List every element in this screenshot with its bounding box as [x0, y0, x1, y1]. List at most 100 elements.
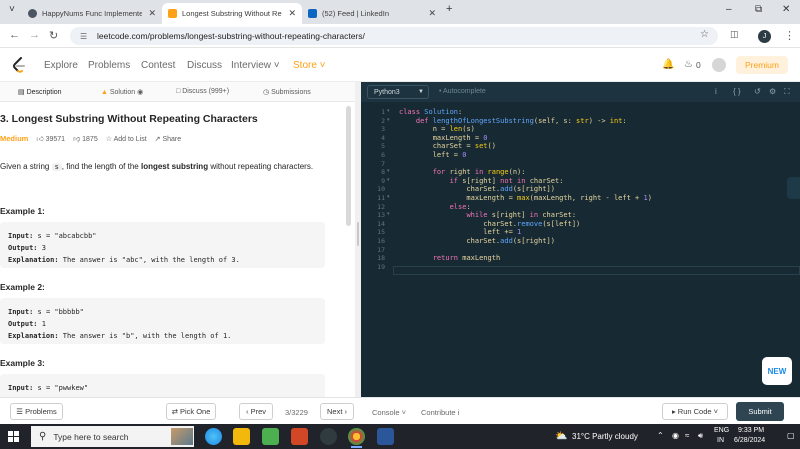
wifi-icon[interactable]: ≈ — [685, 431, 689, 440]
fold-arrow-icon[interactable]: ▾ — [387, 177, 390, 183]
windows-start-icon[interactable] — [8, 431, 19, 442]
side-panel-tab[interactable] — [787, 177, 800, 199]
dislike-button[interactable]: 👎︎ 1875 — [73, 134, 98, 143]
code-token: maxLength = — [399, 133, 484, 142]
back-arrow-icon[interactable]: ← — [9, 29, 20, 41]
code-token: set — [474, 142, 488, 151]
braces-icon[interactable]: { } — [733, 87, 741, 96]
line-number: 18 — [377, 254, 385, 263]
clock-time[interactable]: 9:33 PM — [738, 427, 764, 434]
code-editor[interactable]: Python3 ▼ • Autocomplete i { } ↺ ⚙ ⛶ 1 ▾ 2… — [361, 82, 800, 397]
word-icon[interactable] — [377, 428, 394, 445]
tab-solution[interactable]: ▲ Solution ◉ — [101, 88, 143, 96]
line-number: 13 — [377, 211, 385, 220]
bookmark-star-icon[interactable]: ☆ — [700, 29, 709, 40]
restore-icon[interactable]: ⧉ — [755, 4, 762, 15]
code-token: ) — [647, 194, 652, 202]
example-3-box: Input: s = "pwwkew" — [0, 374, 325, 397]
submit-button[interactable]: Submit — [736, 402, 784, 421]
prev-button[interactable]: ‹ Prev — [239, 403, 273, 420]
pick-one-button[interactable]: ⇄ Pick One — [166, 403, 216, 420]
browser-tab-leetcode[interactable]: Longest Substring Without Rep ✕ — [162, 3, 302, 24]
url-bar[interactable]: ☰ leetcode.com/problems/longest-substrin… — [70, 27, 718, 45]
leetcode-logo-icon[interactable] — [12, 57, 26, 73]
reset-icon[interactable]: ↺ — [754, 87, 761, 96]
window-close-icon[interactable]: ✕ — [782, 4, 790, 15]
file-explorer-icon[interactable] — [233, 428, 250, 445]
show-hidden-icons-chevron-icon[interactable]: ⌃ — [657, 431, 664, 440]
leetcode-navbar: Explore Problems Contest Discuss Intervi… — [0, 48, 800, 82]
browser-tab-linkedin[interactable]: (52) Feed | LinkedIn ✕ — [302, 3, 442, 24]
document-icon: ▤ — [18, 89, 27, 96]
tab-description[interactable]: ▤ Description — [18, 88, 62, 96]
nav-problems[interactable]: Problems — [88, 60, 130, 71]
close-tab-icon[interactable]: ✕ — [148, 8, 156, 19]
extensions-icon[interactable]: ◫ — [730, 29, 739, 40]
tab-submissions[interactable]: ◷ Submissions — [263, 88, 311, 96]
new-tab-button[interactable]: + — [446, 3, 452, 15]
notifications-icon[interactable]: ▢ — [787, 431, 795, 440]
code-token: charSet. — [399, 185, 501, 194]
like-button[interactable]: 👍︎ 39571 — [36, 134, 65, 143]
fold-arrow-icon[interactable]: ▾ — [387, 211, 390, 217]
forward-arrow-icon[interactable]: → — [29, 29, 40, 41]
fire-icon[interactable]: ♨ — [684, 59, 693, 70]
description-scrollbar[interactable] — [346, 106, 351, 226]
taskbar-search-input[interactable]: ⚲ Type here to search — [31, 426, 194, 447]
clock-date[interactable]: 6/28/2024 — [734, 437, 765, 444]
fold-arrow-icon[interactable]: ▾ — [387, 117, 390, 123]
fold-arrow-icon[interactable]: ▾ — [387, 168, 390, 174]
notification-bell-icon[interactable]: 🔔 — [662, 59, 674, 70]
tab-search-icon[interactable]: ˅ — [9, 4, 15, 15]
edge-browser-icon[interactable] — [205, 428, 222, 445]
chrome-browser-icon[interactable] — [348, 428, 365, 448]
autocomplete-toggle[interactable]: • Autocomplete — [439, 88, 486, 95]
minimize-icon[interactable]: – — [726, 4, 732, 15]
add-to-list-button[interactable]: ☆ Add to List — [106, 135, 147, 143]
app-icon[interactable] — [320, 428, 337, 445]
nav-discuss[interactable]: Discuss — [187, 60, 222, 71]
code-token: len — [449, 125, 463, 134]
fullscreen-icon[interactable]: ⛶ — [784, 87, 790, 97]
new-feature-badge[interactable]: NEW — [762, 357, 792, 385]
fold-arrow-icon[interactable]: ▾ — [387, 194, 390, 200]
reload-icon[interactable]: ↻ — [49, 29, 58, 42]
nav-contest[interactable]: Contest — [141, 60, 175, 71]
contribute-link[interactable]: Contribute i — [421, 408, 459, 417]
problems-list-button[interactable]: ☰ Problems — [10, 403, 63, 420]
code-token: (s[right]) — [512, 185, 555, 194]
code-token: if — [449, 176, 463, 185]
close-tab-icon[interactable]: ✕ — [288, 8, 296, 19]
info-icon: i — [455, 408, 460, 417]
line-number: 15 — [377, 228, 385, 237]
language-select[interactable]: Python3 ▼ — [367, 85, 429, 99]
language-indicator-bottom[interactable]: IN — [717, 437, 724, 444]
network-icon[interactable]: ◉ — [672, 431, 679, 440]
clock-icon: ◷ — [263, 89, 272, 96]
weather-text[interactable]: 31°C Partly cloudy — [572, 432, 638, 441]
browser-menu-icon[interactable]: ⋮ — [784, 29, 795, 42]
premium-button[interactable]: Premium — [736, 56, 788, 74]
profile-avatar[interactable]: J — [758, 30, 771, 43]
site-info-icon[interactable]: ☰ — [80, 32, 91, 41]
user-avatar[interactable] — [712, 58, 726, 72]
value: s = "bbbbb" — [33, 308, 84, 316]
nav-explore[interactable]: Explore — [44, 60, 78, 71]
run-code-button[interactable]: ▸ Run Code ˅ — [662, 403, 728, 420]
settings-icon[interactable]: ⚙ — [769, 87, 776, 96]
info-icon[interactable]: i — [715, 87, 717, 96]
microsoft-store-icon[interactable] — [262, 428, 279, 445]
nav-interview[interactable]: Interview ˅ — [231, 60, 280, 71]
powerpoint-icon[interactable] — [291, 428, 308, 445]
weather-cloud-icon[interactable]: ⛅ — [555, 431, 567, 442]
tab-discuss[interactable]: □ Discuss (999+) — [176, 88, 229, 95]
close-tab-icon[interactable]: ✕ — [428, 8, 436, 19]
next-button[interactable]: Next › — [320, 403, 354, 420]
console-toggle[interactable]: Console ˅ — [372, 408, 406, 417]
fold-arrow-icon[interactable]: ▾ — [387, 108, 390, 114]
nav-store[interactable]: Store ˅ — [293, 60, 326, 71]
volume-icon[interactable]: 🔊︎ — [698, 431, 703, 441]
language-indicator-top[interactable]: ENG — [714, 427, 729, 434]
share-button[interactable]: ↗ Share — [155, 135, 182, 143]
browser-tab-happynums[interactable]: HappyNums Func Implemented ✕ — [22, 3, 162, 24]
